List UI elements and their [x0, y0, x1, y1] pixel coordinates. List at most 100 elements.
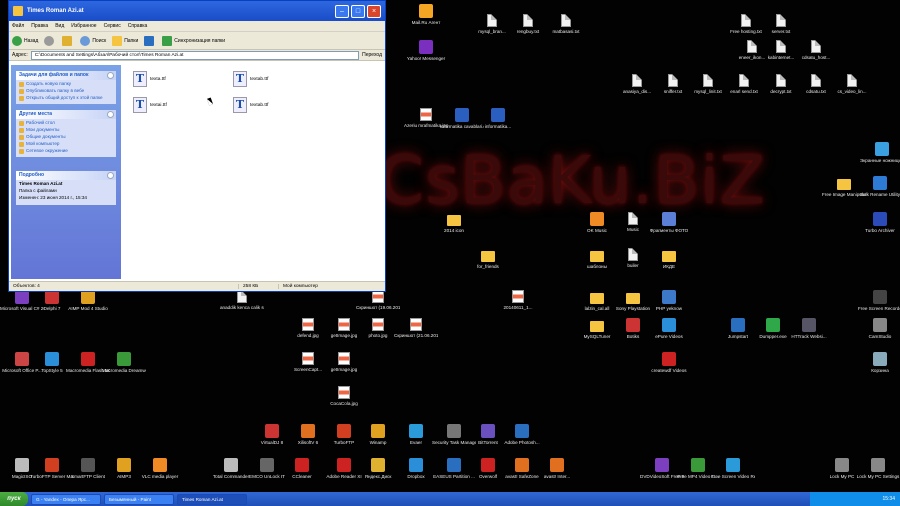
place-network[interactable]: Сетевое окружение	[16, 147, 116, 154]
back-button[interactable]: Назад	[12, 35, 38, 46]
desktop-icon[interactable]: Корзина	[858, 352, 900, 373]
chevron-up-icon[interactable]	[107, 172, 114, 179]
desktop-icon[interactable]: Turbo Archiver	[858, 212, 900, 233]
search-button[interactable]: Поиск	[80, 35, 106, 46]
menu-edit[interactable]: Правка	[31, 23, 48, 29]
app-icon	[45, 458, 59, 472]
file-item[interactable]: T textai.ttf	[133, 97, 167, 113]
desktop-icon[interactable]: Yahoo! Messenger	[404, 40, 448, 61]
place-shared-documents[interactable]: Общие документы	[16, 133, 116, 140]
desktop-icon[interactable]: createwdf Videos	[647, 352, 691, 373]
details-panel-header[interactable]: Подробно	[16, 171, 116, 180]
desktop-icon[interactable]: Скриншот (19.06.201...	[356, 290, 400, 310]
desktop-icon[interactable]: 2014 icon	[432, 212, 476, 233]
details-modified: Изменен: 23 июня 2014 г., 15:34	[19, 195, 87, 200]
desktop-icon[interactable]: anaddik kenca calik suelta...	[220, 290, 264, 310]
window-titlebar[interactable]: Times Roman Azi.at – □ ×	[9, 1, 385, 21]
taskbar-button[interactable]: G - Yandex - Опера Ярс...	[31, 493, 101, 505]
desktop-icon-label: Фрагменты ФОТО	[649, 228, 689, 233]
sync-button[interactable]: Синхронизация папки	[162, 35, 225, 46]
desktop-icon[interactable]: ePure Videos	[647, 318, 691, 339]
desktop-icon[interactable]: PHP yeknow	[647, 290, 691, 311]
desktop-icon[interactable]: getImage.jpg	[322, 352, 366, 372]
start-button[interactable]: пуск	[0, 492, 28, 506]
folder-icon	[590, 321, 604, 332]
taskbar-button[interactable]: Безымянный - Paint	[104, 493, 174, 505]
place-my-documents[interactable]: Мои документы	[16, 126, 116, 133]
file-item[interactable]: T textab.ttf	[233, 97, 268, 113]
address-bar: Адрес: C:\Documents and Settings\Абзал\Р…	[9, 50, 385, 61]
desktop-icon[interactable]: CCleaner	[280, 458, 324, 479]
places-panel-header[interactable]: Другие места	[16, 110, 116, 119]
menu-help[interactable]: Справка	[128, 23, 148, 29]
chevron-up-icon[interactable]	[107, 72, 114, 79]
app-icon	[662, 352, 676, 366]
go-button[interactable]: Переход	[362, 52, 382, 58]
up-button[interactable]	[62, 35, 74, 46]
desktop-icon-label: Free Screen Video Re...	[711, 474, 755, 479]
desktop-icon[interactable]: informatika...	[476, 108, 520, 129]
clock[interactable]: 15:34	[882, 496, 895, 502]
desktop-icon[interactable]: ИКДЕ	[647, 248, 691, 269]
folders-button[interactable]: Папки	[112, 35, 138, 46]
place-desktop[interactable]: Рабочий стол	[16, 119, 116, 126]
desktop-icon[interactable]: Macromedia Dreamwea...	[102, 352, 146, 373]
explorer-window[interactable]: Times Roman Azi.at – □ × Файл Правка Вид…	[8, 0, 386, 292]
task-new-folder[interactable]: Создать новую папку	[16, 80, 116, 87]
menu-view[interactable]: Вид	[55, 23, 64, 29]
desktop-icon[interactable]: Mail.Ru Агент	[404, 4, 448, 25]
folders-icon	[112, 35, 123, 46]
desktop-icon[interactable]: cdsatu_host...	[794, 40, 838, 60]
chevron-up-icon[interactable]	[107, 111, 114, 118]
desktop-icon[interactable]: server.txt	[759, 14, 803, 34]
views-button[interactable]	[144, 35, 156, 46]
maximize-button[interactable]: □	[351, 4, 365, 18]
app-icon	[81, 290, 95, 304]
desktop-icon[interactable]: Adobe Photosh...	[500, 424, 544, 445]
desktop-icon[interactable]: avast! Inter...	[535, 458, 579, 479]
file-item[interactable]: T texta.ttf	[133, 71, 166, 87]
task-share-folder[interactable]: Открыть общий доступ к этой папке	[16, 94, 116, 101]
img-icon	[420, 108, 432, 121]
desktop-icon[interactable]: CocaCola.jpg	[322, 386, 366, 406]
desktop-icon-label: createwdf Videos	[651, 368, 687, 373]
desktop-icon[interactable]: matbasasi.txt	[544, 14, 588, 34]
taskbar-button-active[interactable]: Times Roman Azi.at	[177, 493, 247, 505]
desktop-icon-label: AIMP Mod 4 Studio	[68, 306, 108, 311]
desktop-icon[interactable]: cs_video_lin...	[830, 74, 874, 94]
app-icon	[337, 458, 351, 472]
close-button[interactable]: ×	[367, 4, 381, 18]
file-icon	[561, 14, 571, 27]
file-name: texta.ttf	[150, 76, 166, 82]
file-icon	[668, 74, 678, 87]
address-field[interactable]: C:\Documents and Settings\Абзал\Рабочий …	[30, 50, 360, 60]
menu-file[interactable]: Файл	[12, 23, 24, 29]
desktop-icon[interactable]: Free Screen Video Re...	[711, 458, 755, 479]
desktop-icon[interactable]: Lock My PC Settings	[856, 458, 900, 479]
file-list[interactable]: T texta.ttf T textab.ttf T textai.ttf T …	[123, 65, 383, 279]
app-icon	[337, 424, 351, 438]
app-icon	[447, 424, 461, 438]
menu-favorites[interactable]: Избранное	[71, 23, 96, 29]
file-item[interactable]: T textab.ttf	[233, 71, 268, 87]
desktop-icon[interactable]: CamStudio	[858, 318, 900, 339]
desktop-icon-label: avast! Inter...	[543, 474, 571, 479]
desktop-icon[interactable]: Скриншот (21.06.201...	[394, 318, 438, 338]
task-publish-folder[interactable]: Опубликовать папку в вебе	[16, 87, 116, 94]
desktop-icon[interactable]: Free Screen Recorder	[858, 290, 900, 311]
desktop-icon[interactable]: VLC media player	[138, 458, 182, 479]
minimize-button[interactable]: –	[335, 4, 349, 18]
desktop-icon[interactable]: Bulk Rename Utility	[858, 176, 900, 197]
place-my-computer[interactable]: Мой компьютер	[16, 140, 116, 147]
tasks-panel-header[interactable]: Задачи для файлов и папок	[16, 71, 116, 80]
desktop-icon[interactable]: 20140611_1...	[496, 290, 540, 310]
forward-button[interactable]	[44, 35, 56, 46]
desktop-icon[interactable]: AIMP Mod 4 Studio	[66, 290, 110, 311]
desktop-icon[interactable]: for_friends	[466, 248, 510, 269]
menu-tools[interactable]: Сервис	[104, 23, 121, 29]
desktop-icon[interactable]: HTTrack Websi...	[787, 318, 831, 339]
file-icon	[811, 40, 821, 53]
desktop-icon[interactable]: Фрагменты ФОТО	[647, 212, 691, 233]
desktop-icon-label: informatika...	[484, 124, 512, 129]
desktop-icon[interactable]: Экранные ножницы.exe	[860, 142, 900, 163]
